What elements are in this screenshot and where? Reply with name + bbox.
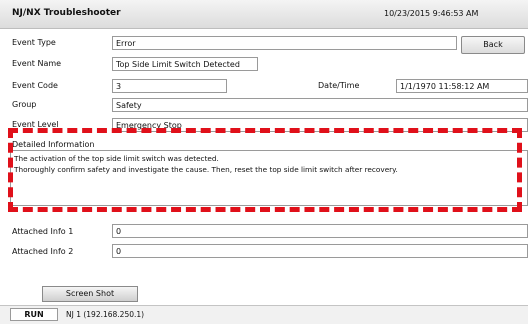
- group-label: Group: [12, 100, 37, 109]
- detail-line: Thoroughly confirm safety and investigat…: [14, 165, 398, 174]
- run-mode-indicator: RUN: [10, 308, 58, 321]
- event-code-field: 3: [112, 79, 227, 93]
- event-code-label: Event Code: [12, 81, 58, 90]
- datetime-label: Date/Time: [318, 81, 360, 90]
- detail-line: The activation of the top side limit swi…: [14, 154, 219, 163]
- datetime-field: 1/1/1970 11:58:12 AM: [396, 79, 528, 93]
- back-button[interactable]: Back: [461, 36, 525, 54]
- attached-info-1-field: 0: [112, 224, 528, 238]
- event-name-label: Event Name: [12, 59, 62, 68]
- detailed-information-box: The activation of the top side limit swi…: [10, 150, 528, 206]
- screen-shot-button[interactable]: Screen Shot: [42, 286, 138, 302]
- detailed-information-label: Detailed Information: [12, 140, 95, 149]
- event-type-label: Event Type: [12, 38, 56, 47]
- attached-info-1-label: Attached Info 1: [12, 227, 74, 236]
- controller-info: NJ 1 (192.168.250.1): [66, 310, 145, 319]
- group-field: Safety: [112, 98, 528, 112]
- event-type-field: Error: [112, 36, 457, 50]
- current-datetime: 10/23/2015 9:46:53 AM: [384, 9, 479, 18]
- event-name-field: Top Side Limit Switch Detected: [112, 57, 258, 71]
- event-level-field: Emergency Stop: [112, 118, 528, 132]
- attached-info-2-label: Attached Info 2: [12, 247, 74, 256]
- event-level-label: Event Level: [12, 120, 59, 129]
- attached-info-2-field: 0: [112, 244, 528, 258]
- title-bar: NJ/NX Troubleshooter 10/23/2015 9:46:53 …: [0, 0, 528, 29]
- app-title: NJ/NX Troubleshooter: [12, 8, 121, 18]
